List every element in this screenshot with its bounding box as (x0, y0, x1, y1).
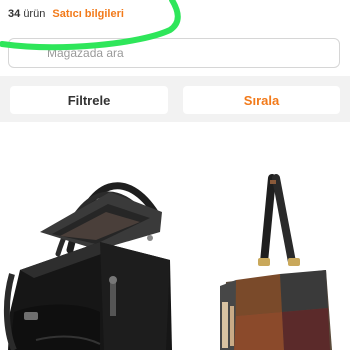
product-count-number: 34 (8, 8, 21, 20)
product-count: 34 ürün Satıcı bilgileri (8, 8, 124, 20)
search-input[interactable] (9, 39, 339, 67)
sort-button[interactable]: Sırala (183, 86, 340, 114)
patchwork-bag-image (176, 162, 348, 350)
store-search-box[interactable] (8, 38, 340, 68)
seller-info-link[interactable]: Satıcı bilgileri (52, 8, 124, 20)
product-count-suffix: ürün (23, 8, 46, 20)
filter-button[interactable]: Filtrele (10, 86, 168, 114)
product-card[interactable] (0, 162, 172, 350)
black-handbag-image (0, 162, 172, 350)
store-header: 34 ürün Satıcı bilgileri (0, 0, 350, 36)
product-card[interactable] (176, 162, 348, 350)
section-spacer (0, 122, 350, 162)
